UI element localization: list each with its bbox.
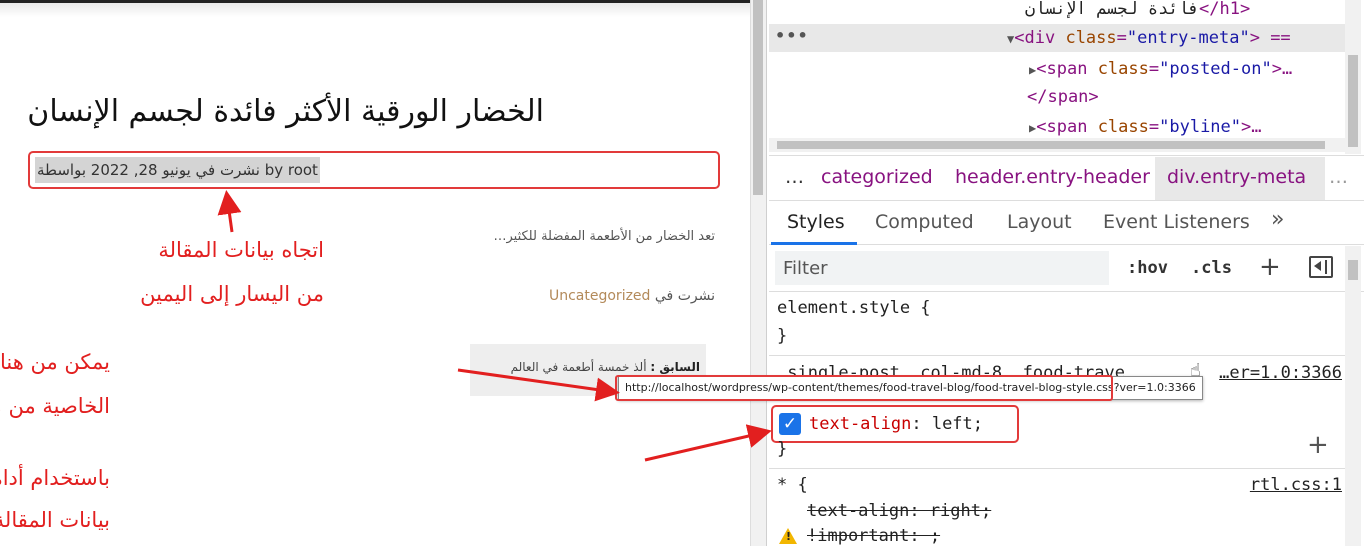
annotation-arrows [217,190,772,462]
arrow-to-tooltip [457,368,620,402]
arrow-to-declaration [644,424,772,462]
arrow-to-meta [217,190,242,233]
